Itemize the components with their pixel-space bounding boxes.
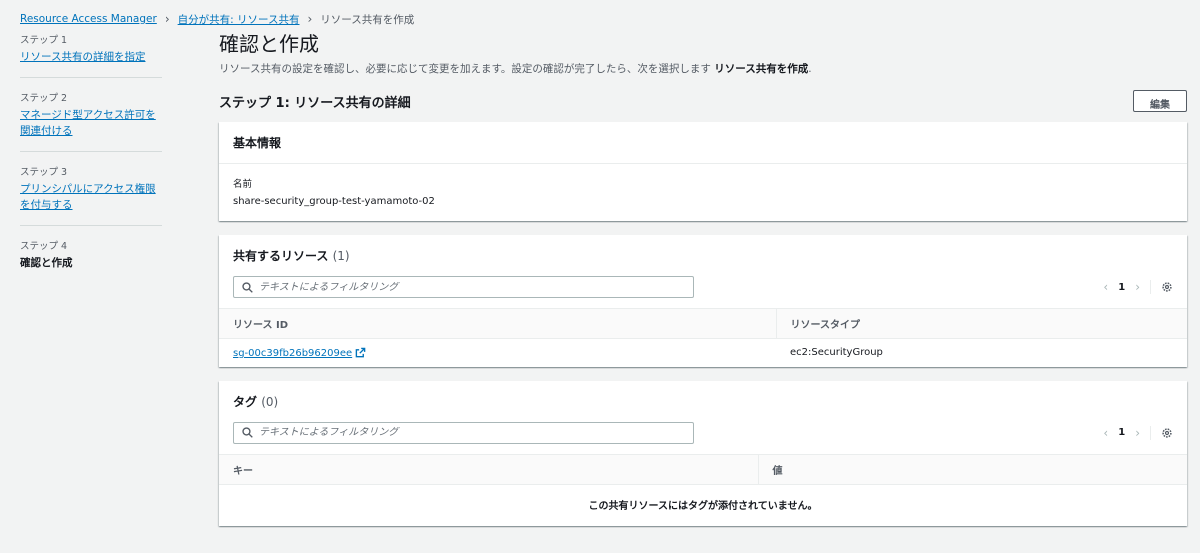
section-title: ステップ 1: リソース共有の詳細	[219, 95, 411, 111]
step-number: ステップ 2	[20, 93, 68, 104]
chevron-left-icon[interactable]: ‹	[1103, 280, 1108, 294]
tags-pagination: ‹ 1 ›	[1103, 425, 1173, 440]
basic-info-header: 基本情報	[233, 136, 282, 150]
page-description-strong: リソース共有を作成	[714, 63, 809, 75]
resources-table: リソース ID リソースタイプ sg-00c39fb26b96209ee ec2…	[219, 308, 1187, 367]
chevron-right-icon[interactable]: ›	[1135, 426, 1140, 440]
shared-resources-count: (1)	[332, 249, 350, 263]
chevron-right-icon: ›	[164, 12, 170, 26]
step-link-specify-details[interactable]: リソース共有の詳細を指定	[20, 51, 145, 63]
divider	[1150, 425, 1151, 440]
step-current-review-create: 確認と作成	[20, 257, 73, 269]
breadcrumb-current: リソース共有を作成	[320, 13, 415, 26]
page-title: 確認と作成	[219, 32, 319, 56]
step-1: ステップ 1 リソース共有の詳細を指定	[20, 32, 162, 78]
search-icon	[242, 427, 253, 438]
tags-search-input[interactable]	[259, 427, 685, 438]
tags-table: キー 値 この共有リソースにはタグが添付されていません。	[219, 453, 1187, 526]
search-icon	[242, 281, 253, 293]
basic-info-card: 基本情報 名前 share-security_group-test-yamamo…	[219, 122, 1187, 221]
main-content: 確認と作成 リソース共有の設定を確認し、必要に応じて変更を加えます。設定の確認が…	[219, 30, 1187, 526]
shared-resources-header: 共有するリソース (1)	[219, 235, 1187, 276]
resource-type-cell: ec2:SecurityGroup	[790, 347, 883, 359]
breadcrumb: Resource Access Manager › 自分が共有: リソース共有 …	[20, 12, 414, 26]
external-link-icon[interactable]	[355, 347, 366, 358]
resource-id-link[interactable]: sg-00c39fb26b96209ee	[233, 348, 352, 359]
column-header-value[interactable]: 値	[757, 453, 1187, 485]
section-header: ステップ 1: リソース共有の詳細 編集	[219, 90, 1187, 112]
gear-icon[interactable]	[1161, 281, 1173, 293]
resources-pagination: ‹ 1 ›	[1103, 280, 1173, 294]
chevron-right-icon[interactable]: ›	[1135, 280, 1140, 294]
tags-search	[233, 421, 694, 444]
edit-button[interactable]: 編集	[1133, 90, 1187, 112]
wizard-steps-nav: ステップ 1 リソース共有の詳細を指定 ステップ 2 マネージド型アクセス許可を…	[20, 32, 162, 295]
table-row: sg-00c39fb26b96209ee ec2:SecurityGroup	[219, 339, 1187, 367]
page-number[interactable]: 1	[1118, 427, 1125, 438]
gear-icon[interactable]	[1161, 427, 1173, 439]
name-value: share-security_group-test-yamamoto-02	[233, 196, 435, 207]
resources-search-input[interactable]	[259, 281, 685, 293]
page-number[interactable]: 1	[1118, 282, 1125, 293]
chevron-right-icon: ›	[307, 12, 313, 26]
step-number: ステップ 1	[20, 35, 68, 46]
step-4: ステップ 4 確認と作成	[20, 238, 162, 283]
column-header-key[interactable]: キー	[219, 453, 758, 485]
column-header-resource-id[interactable]: リソース ID	[219, 308, 776, 339]
tags-count: (0)	[261, 394, 279, 409]
tags-empty-message: この共有リソースにはタグが添付されていません。	[588, 500, 818, 512]
step-link-managed-permissions[interactable]: マネージド型アクセス許可を関連付ける	[20, 109, 156, 137]
chevron-left-icon[interactable]: ‹	[1103, 426, 1108, 440]
step-3: ステップ 3 プリンシパルにアクセス権限を付与する	[20, 164, 162, 226]
name-label: 名前	[233, 179, 253, 190]
divider	[1150, 280, 1151, 294]
tags-card: タグ (0) ‹ 1 › キー 値	[219, 380, 1187, 526]
page-description-text: リソース共有の設定を確認し、必要に応じて変更を加えます。設定の確認が完了したら、…	[219, 63, 711, 75]
step-link-grant-principals[interactable]: プリンシパルにアクセス権限を付与する	[20, 183, 156, 211]
column-header-resource-type[interactable]: リソースタイプ	[775, 308, 1187, 339]
step-2: ステップ 2 マネージド型アクセス許可を関連付ける	[20, 90, 162, 152]
tags-header: タグ (0)	[219, 381, 1187, 422]
page-description-suffix: .	[808, 63, 812, 75]
breadcrumb-shared-by-me-link[interactable]: 自分が共有: リソース共有	[178, 12, 300, 27]
resources-search	[233, 276, 694, 298]
page-description: リソース共有の設定を確認し、必要に応じて変更を加えます。設定の確認が完了したら、…	[219, 61, 1187, 76]
breadcrumb-ram-link[interactable]: Resource Access Manager	[20, 13, 157, 25]
shared-resources-card: 共有するリソース (1) ‹ 1 › リソース ID リソースタイプ	[219, 235, 1187, 367]
step-number: ステップ 4	[20, 241, 68, 252]
shared-resources-title: 共有するリソース	[233, 249, 329, 263]
tags-title: タグ	[233, 394, 258, 409]
step-number: ステップ 3	[20, 167, 68, 178]
